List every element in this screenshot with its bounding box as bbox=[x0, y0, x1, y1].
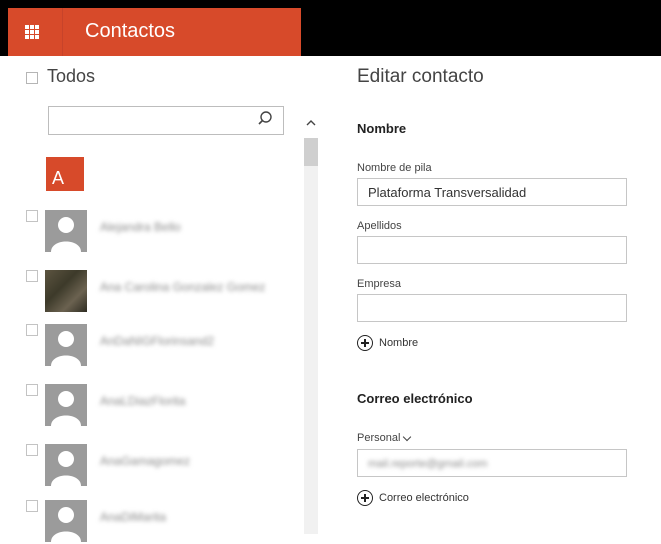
contact-list-item[interactable]: AnaGamagomez bbox=[0, 440, 300, 488]
last-name-label: Apellidos bbox=[357, 220, 402, 232]
add-name-label: Nombre bbox=[379, 337, 419, 349]
top-bar: Contactos bbox=[0, 0, 661, 56]
contact-name: AnaLDiazFlorita bbox=[100, 394, 186, 408]
contact-photo-avatar bbox=[45, 270, 87, 312]
email-field[interactable]: mail.reporte@gmail.com bbox=[357, 449, 627, 477]
contact-checkbox[interactable] bbox=[26, 500, 38, 512]
add-email-label: Correo electrónico bbox=[379, 492, 469, 504]
email-type-label: Personal bbox=[357, 432, 401, 444]
email-type-dropdown[interactable]: Personal bbox=[357, 432, 412, 444]
app-title[interactable]: Contactos bbox=[85, 20, 175, 43]
contact-list-item[interactable]: Alejandra Bello bbox=[0, 206, 300, 254]
chevron-down-icon bbox=[403, 432, 412, 441]
contact-name: AnaGamagomez bbox=[100, 454, 191, 468]
email-value: mail.reporte@gmail.com bbox=[368, 458, 488, 470]
add-email-button[interactable]: Correo electrónico bbox=[357, 490, 469, 506]
person-avatar-icon bbox=[45, 210, 87, 252]
contact-list-item[interactable]: AnaDiMarita bbox=[0, 496, 300, 544]
contact-name: AnDaNIGFlorinsand2 bbox=[100, 334, 215, 348]
contact-checkbox[interactable] bbox=[26, 270, 38, 282]
name-section-title: Nombre bbox=[357, 121, 407, 136]
contact-checkbox[interactable] bbox=[26, 210, 38, 222]
scrollbar-track[interactable] bbox=[304, 138, 318, 534]
add-circle-icon bbox=[357, 335, 373, 351]
email-section-title: Correo electrónico bbox=[357, 391, 473, 406]
add-circle-icon bbox=[357, 490, 373, 506]
contact-list-item[interactable]: AnDaNIGFlorinsand2 bbox=[0, 320, 300, 368]
editor-title: Editar contacto bbox=[357, 66, 484, 87]
letter-group-header[interactable]: A bbox=[46, 157, 84, 191]
add-name-button[interactable]: Nombre bbox=[357, 335, 418, 351]
person-avatar-icon bbox=[45, 500, 87, 542]
app-header: Contactos bbox=[8, 8, 301, 56]
person-avatar-icon bbox=[45, 384, 87, 426]
company-label: Empresa bbox=[357, 278, 402, 290]
contact-list-item[interactable]: Ana Carolina Gonzalez Gomez bbox=[0, 266, 300, 314]
contact-name: Alejandra Bello bbox=[100, 220, 181, 234]
contact-name: AnaDiMarita bbox=[100, 510, 167, 524]
search-icon[interactable] bbox=[256, 110, 274, 128]
scrollbar-thumb[interactable] bbox=[304, 138, 318, 166]
scroll-up-arrow-icon[interactable] bbox=[304, 116, 318, 130]
person-avatar-icon bbox=[45, 324, 87, 366]
select-all-label[interactable]: Todos bbox=[47, 66, 95, 87]
contact-checkbox[interactable] bbox=[26, 324, 38, 336]
company-field[interactable] bbox=[357, 294, 627, 322]
first-name-label: Nombre de pila bbox=[357, 162, 432, 174]
search-input[interactable] bbox=[48, 106, 284, 135]
contact-checkbox[interactable] bbox=[26, 384, 38, 396]
first-name-value: Plataforma Transversalidad bbox=[368, 185, 527, 200]
last-name-field[interactable] bbox=[357, 236, 627, 264]
select-all-checkbox[interactable] bbox=[26, 72, 38, 84]
person-avatar-icon bbox=[45, 444, 87, 486]
contact-checkbox[interactable] bbox=[26, 444, 38, 456]
first-name-field[interactable]: Plataforma Transversalidad bbox=[357, 178, 627, 206]
header-divider bbox=[62, 8, 63, 56]
contact-name: Ana Carolina Gonzalez Gomez bbox=[100, 280, 266, 294]
waffle-app-launcher-icon[interactable] bbox=[8, 8, 56, 56]
contact-list-item[interactable]: AnaLDiazFlorita bbox=[0, 380, 300, 428]
